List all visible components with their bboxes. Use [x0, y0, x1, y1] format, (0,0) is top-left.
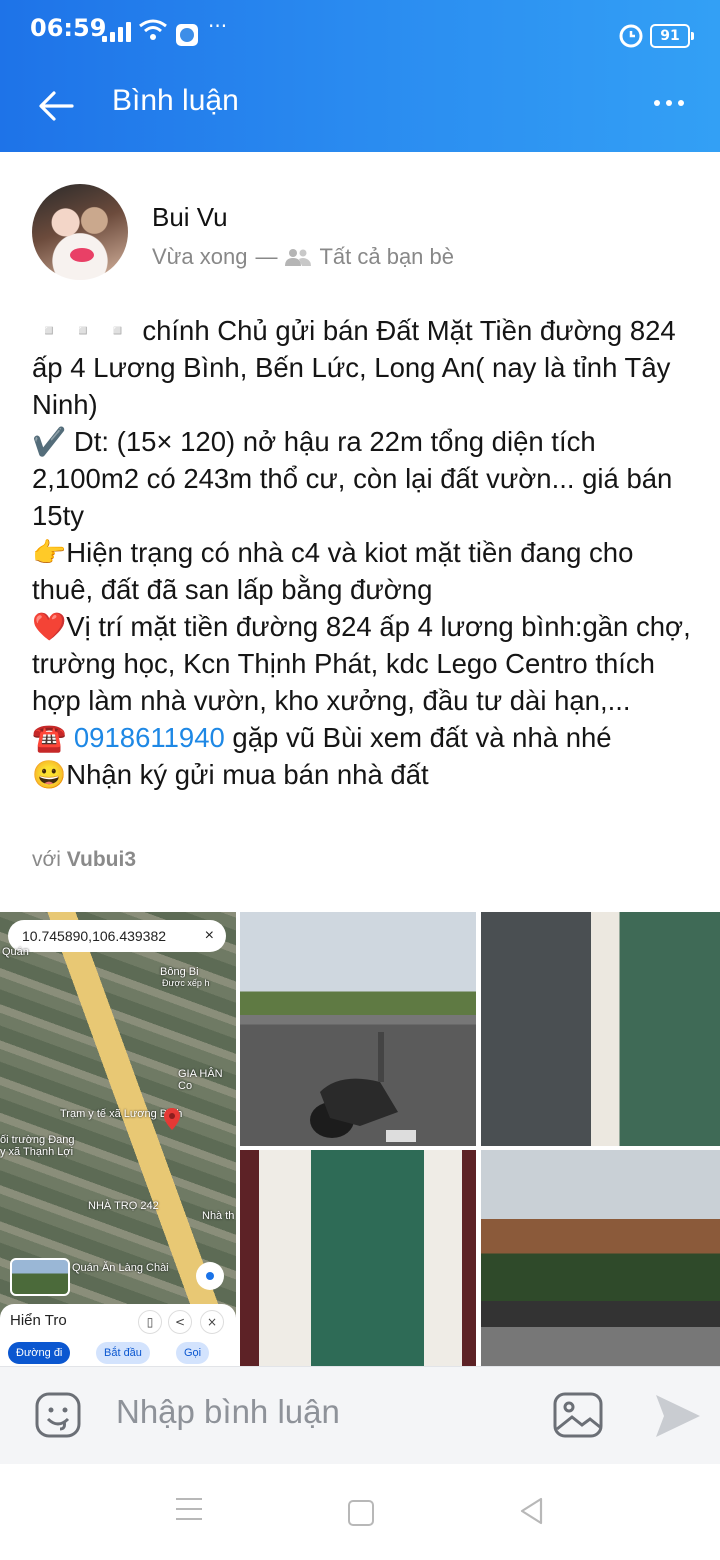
photo-gate[interactable]: [481, 912, 720, 1146]
map-label: Được xếp h: [162, 978, 210, 988]
wifi-icon: [139, 19, 167, 40]
image-icon[interactable]: [552, 1391, 604, 1439]
post-meta: Vừa xong — Tất cả bạn bè: [152, 244, 454, 270]
phone-suffix: gặp vũ Bùi xem đất và nhà nhé: [224, 722, 612, 753]
photo-map-screenshot[interactable]: 10.745890,106.439382 × Quán Bông Bi Được …: [0, 912, 236, 1366]
post-line: ✔️ Dt: (15× 120) nở hậu ra 22m tổng diện…: [32, 426, 673, 531]
post-line: ❤️Vị trí mặt tiền đường 824 ấp 4 lương b…: [32, 611, 691, 716]
send-icon[interactable]: [654, 1393, 702, 1439]
tagged-user[interactable]: Vubui3: [67, 848, 136, 871]
more-horizontal-icon[interactable]: [654, 100, 684, 106]
status-more-icon: ···: [208, 14, 228, 38]
friends-icon: [285, 249, 312, 266]
share-icon: <: [168, 1310, 192, 1334]
map-place-name: Hiển Tro: [10, 1312, 67, 1329]
with-label: với: [32, 848, 61, 871]
post-time: Vừa xong: [152, 244, 248, 269]
comment-bar: Nhập bình luận: [0, 1366, 720, 1465]
avatar[interactable]: [32, 184, 128, 280]
motorbike-shape: [310, 1032, 416, 1142]
map-call-chip: Gọi: [176, 1342, 210, 1364]
emoji-icon[interactable]: [34, 1391, 82, 1439]
post-line: 👉Hiện trạng có nhà c4 và kiot mặt tiền đ…: [32, 537, 634, 605]
my-location-icon: [196, 1262, 224, 1290]
map-label: ối trường Đang: [0, 1134, 75, 1146]
map-directions-chip: Đường đi: [8, 1342, 71, 1364]
phone-link[interactable]: 0918611940: [74, 722, 225, 753]
menu-icon[interactable]: [176, 1498, 202, 1528]
close-icon: ×: [204, 927, 214, 944]
map-label: Quán Ăn Làng Chài: [72, 1262, 169, 1274]
post-line: ▫️▫️▫️ chính Chủ gửi bán Đất Mặt Tiền đư…: [32, 315, 676, 420]
system-nav-bar: [0, 1464, 720, 1560]
map-label: Bông Bi: [160, 966, 199, 978]
photo-street-view[interactable]: [481, 1150, 720, 1366]
phone-prefix: ☎️: [32, 722, 74, 753]
map-label: Quán: [2, 946, 29, 958]
photo-grid: 10.745890,106.439382 × Quán Bông Bi Được …: [0, 912, 720, 1366]
nav-back-icon[interactable]: [518, 1496, 544, 1526]
map-coordinates: 10.745890,106.439382 ×: [8, 920, 226, 952]
status-time: 06:59: [30, 14, 107, 42]
map-label: NHÀ TRỌ 242: [88, 1200, 159, 1212]
map-place-sheet: Hiển Tro ▯ < × Đường đi Bắt đầu Gọi: [0, 1304, 236, 1366]
author-name[interactable]: Bui Vu: [152, 202, 228, 233]
map-label: GIA HÂN Co: [178, 1068, 223, 1092]
post-audience: Tất cả bạn bè: [319, 244, 455, 269]
app-bar: Bình luận: [0, 56, 720, 152]
map-coords-text: 10.745890,106.439382: [22, 928, 167, 944]
meta-separator: —: [255, 244, 278, 269]
photo-shop-door[interactable]: [240, 1150, 476, 1366]
tagged-with: với Vubui3: [32, 848, 136, 872]
arrow-left-icon[interactable]: [36, 86, 76, 126]
home-icon[interactable]: [348, 1500, 374, 1526]
photo-motorbike-road[interactable]: [240, 912, 476, 1146]
bookmark-icon: ▯: [138, 1310, 162, 1334]
location-pin-icon: [164, 1108, 180, 1130]
post-line-phone: ☎️ 0918611940 gặp vũ Bùi xem đất và nhà …: [32, 719, 692, 756]
map-label: y xã Thạnh Lợi: [0, 1146, 74, 1158]
post-line: 😀Nhận ký gửi mua bán nhà đất: [32, 759, 429, 790]
close-icon: ×: [200, 1310, 224, 1334]
status-bar: 06:59 ··· 91: [0, 0, 720, 56]
battery-indicator: 91: [650, 24, 694, 48]
signal-icon: [102, 22, 131, 42]
comment-input[interactable]: Nhập bình luận: [116, 1393, 340, 1431]
map-start-chip: Bắt đầu: [96, 1342, 150, 1364]
post-content: ▫️▫️▫️ chính Chủ gửi bán Đất Mặt Tiền đư…: [32, 312, 692, 793]
map-thumbnail: [10, 1258, 70, 1296]
page-title: Bình luận: [112, 84, 239, 117]
alarm-icon: [619, 24, 643, 48]
map-label: Nhà th: [202, 1210, 235, 1222]
app-notification-icon: [176, 24, 198, 46]
